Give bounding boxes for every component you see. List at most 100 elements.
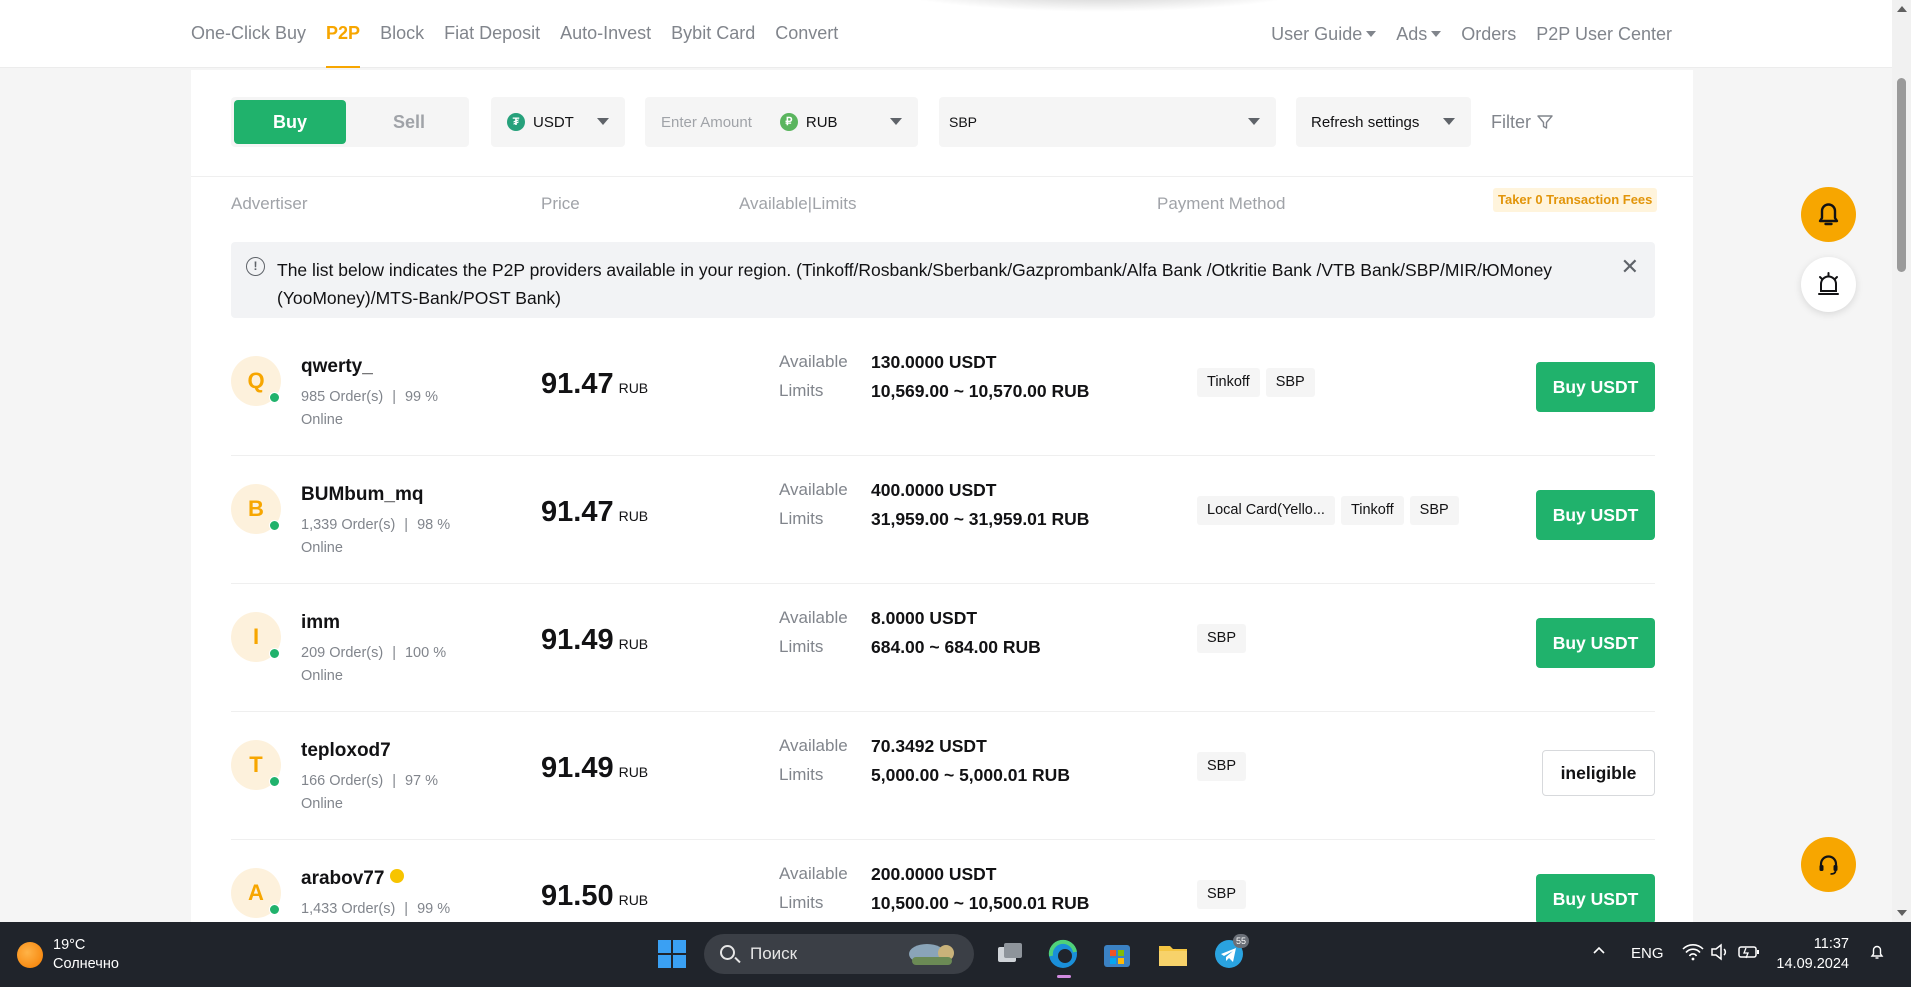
nav-auto-invest[interactable]: Auto-Invest [560,0,651,68]
completion-rate: 99 % [404,389,439,405]
support-chat-button[interactable] [1801,837,1856,892]
limits-label: Limits [779,509,824,528]
refresh-settings-select[interactable]: Refresh settings [1296,97,1471,147]
nav-orders[interactable]: Orders [1461,24,1516,45]
advertiser-name: teploxod7 [301,740,391,761]
taskbar-search[interactable]: Поиск [704,934,974,974]
price-currency: RUB [618,892,649,908]
nav-fiat-deposit[interactable]: Fiat Deposit [444,0,540,68]
nav-block[interactable]: Block [380,0,424,68]
avatar[interactable]: I [231,612,281,662]
buy-usdt-button[interactable]: Buy USDT [1536,490,1655,540]
avatar[interactable]: Q [231,356,281,406]
scrollbar-thumb[interactable] [1897,78,1906,272]
buy-tab[interactable]: Buy [234,100,346,144]
coin-select-value: USDT [533,113,574,131]
weather-widget[interactable]: 19°C Солнечно [17,936,119,974]
language-indicator[interactable]: ENG [1631,945,1664,962]
available-value: 130.0000 USDT [871,352,997,372]
volume-icon[interactable] [1710,943,1730,965]
sell-tab[interactable]: Sell [359,100,459,144]
buy-usdt-button[interactable]: Buy USDT [1536,874,1655,922]
close-icon[interactable]: ✕ [1621,254,1639,280]
payment-method-select[interactable]: SBP [939,97,1276,147]
avatar[interactable]: T [231,740,281,790]
buy-usdt-button[interactable]: Buy USDT [1536,618,1655,668]
telegram-icon[interactable]: 55 [1213,934,1249,970]
order-count: 985 Order(s) [301,389,384,405]
online-status-dot [269,520,280,531]
payment-methods: Tinkoff SBP [1197,368,1315,397]
payment-method-tag: Tinkoff [1340,496,1404,525]
nav-ads[interactable]: Ads [1396,23,1442,45]
taskbar-clock[interactable]: 11:37 14.09.2024 [1776,934,1849,974]
windows-start-icon[interactable] [656,938,688,970]
avatar[interactable]: B [231,484,281,534]
nav-p2p-user-center[interactable]: P2P User Center [1536,24,1672,45]
offer-price: 91.49 RUB [541,752,648,785]
table-row: A arabov77 1,433 Order(s)|99 % Online 91… [231,840,1655,922]
search-highlight-icon [909,944,954,965]
file-explorer-icon[interactable] [1157,938,1189,970]
nav-user-guide[interactable]: User Guide [1271,23,1377,45]
nav-bybit-card[interactable]: Bybit Card [671,0,755,68]
page-scrollbar[interactable] [1892,0,1911,922]
chevron-down-icon [1248,118,1260,125]
online-status-dot [269,904,280,915]
limits-label: Limits [779,381,824,400]
payment-method-tag: SBP [1197,880,1247,909]
show-hidden-icons[interactable] [1591,942,1607,962]
payment-methods: SBP [1197,880,1247,909]
avatar-initial: T [249,752,263,777]
advertiser-stats: 1,433 Order(s) | 99 % [301,901,450,917]
payment-methods: SBP [1197,752,1247,781]
coin-select[interactable]: ₮ USDT [491,97,625,147]
table-row: B BUMbum_mq 1,339 Order(s) | 98 % Online 9… [231,456,1655,584]
price-value: 91.47 [541,368,614,400]
amount-field[interactable]: Enter Amount ₽ RUB [645,97,918,147]
advertiser-status: Online [301,540,343,556]
buy-sell-toggle: Buy Sell [231,97,469,147]
notification-center-icon[interactable] [1868,943,1886,965]
active-app-indicator [1057,975,1071,978]
advertiser-status: Online [301,412,343,428]
limits-label: Limits [779,637,824,656]
scroll-down-arrow-icon[interactable] [1897,910,1907,916]
advertiser-status: Online [301,796,343,812]
advertiser-name-wrap[interactable]: teploxod7 [301,740,391,762]
amount-input-placeholder[interactable]: Enter Amount [661,114,752,131]
avatar-initial: B [248,496,264,521]
scroll-up-arrow-icon[interactable] [1897,6,1907,12]
wifi-icon[interactable] [1682,943,1704,965]
advertiser-name-wrap[interactable]: BUMbum_mq [301,484,423,506]
advertiser-name-wrap[interactable]: arabov77 [301,868,405,890]
fiat-select-value[interactable]: RUB [806,114,838,131]
offer-price: 91.47 RUB [541,368,648,401]
battery-icon[interactable] [1738,944,1760,964]
buy-usdt-button[interactable]: Buy USDT [1536,362,1655,412]
completion-rate: 98 % [417,517,451,533]
avatar[interactable]: A [231,868,281,918]
price-value: 91.47 [541,496,614,528]
stats-divider: | [404,901,409,917]
available-label: Available [779,608,848,627]
advertiser-name-wrap[interactable]: qwerty_ [301,356,373,378]
order-count: 1,339 Order(s) [301,517,396,533]
nav-convert[interactable]: Convert [775,0,838,68]
notification-bell-button[interactable] [1801,187,1856,242]
microsoft-store-icon[interactable] [1101,938,1133,970]
advertiser-name-wrap[interactable]: imm [301,612,340,634]
payment-method-tag: SBP [1265,368,1315,397]
ineligible-button[interactable]: ineligible [1542,750,1655,796]
task-view-icon[interactable] [994,938,1026,970]
nav-user-guide-label: User Guide [1271,23,1363,44]
edge-browser-icon[interactable] [1047,938,1079,978]
filter-button[interactable]: Filter [1491,97,1553,147]
caret-down-icon [1431,31,1442,37]
nav-ads-label: Ads [1396,23,1428,44]
weather-temp: 19°C [53,937,86,953]
price-alarm-button[interactable] [1801,257,1856,312]
nav-p2p[interactable]: P2P [326,0,361,68]
payment-method-tag: Tinkoff [1197,368,1260,397]
nav-one-click-buy[interactable]: One-Click Buy [191,0,306,68]
